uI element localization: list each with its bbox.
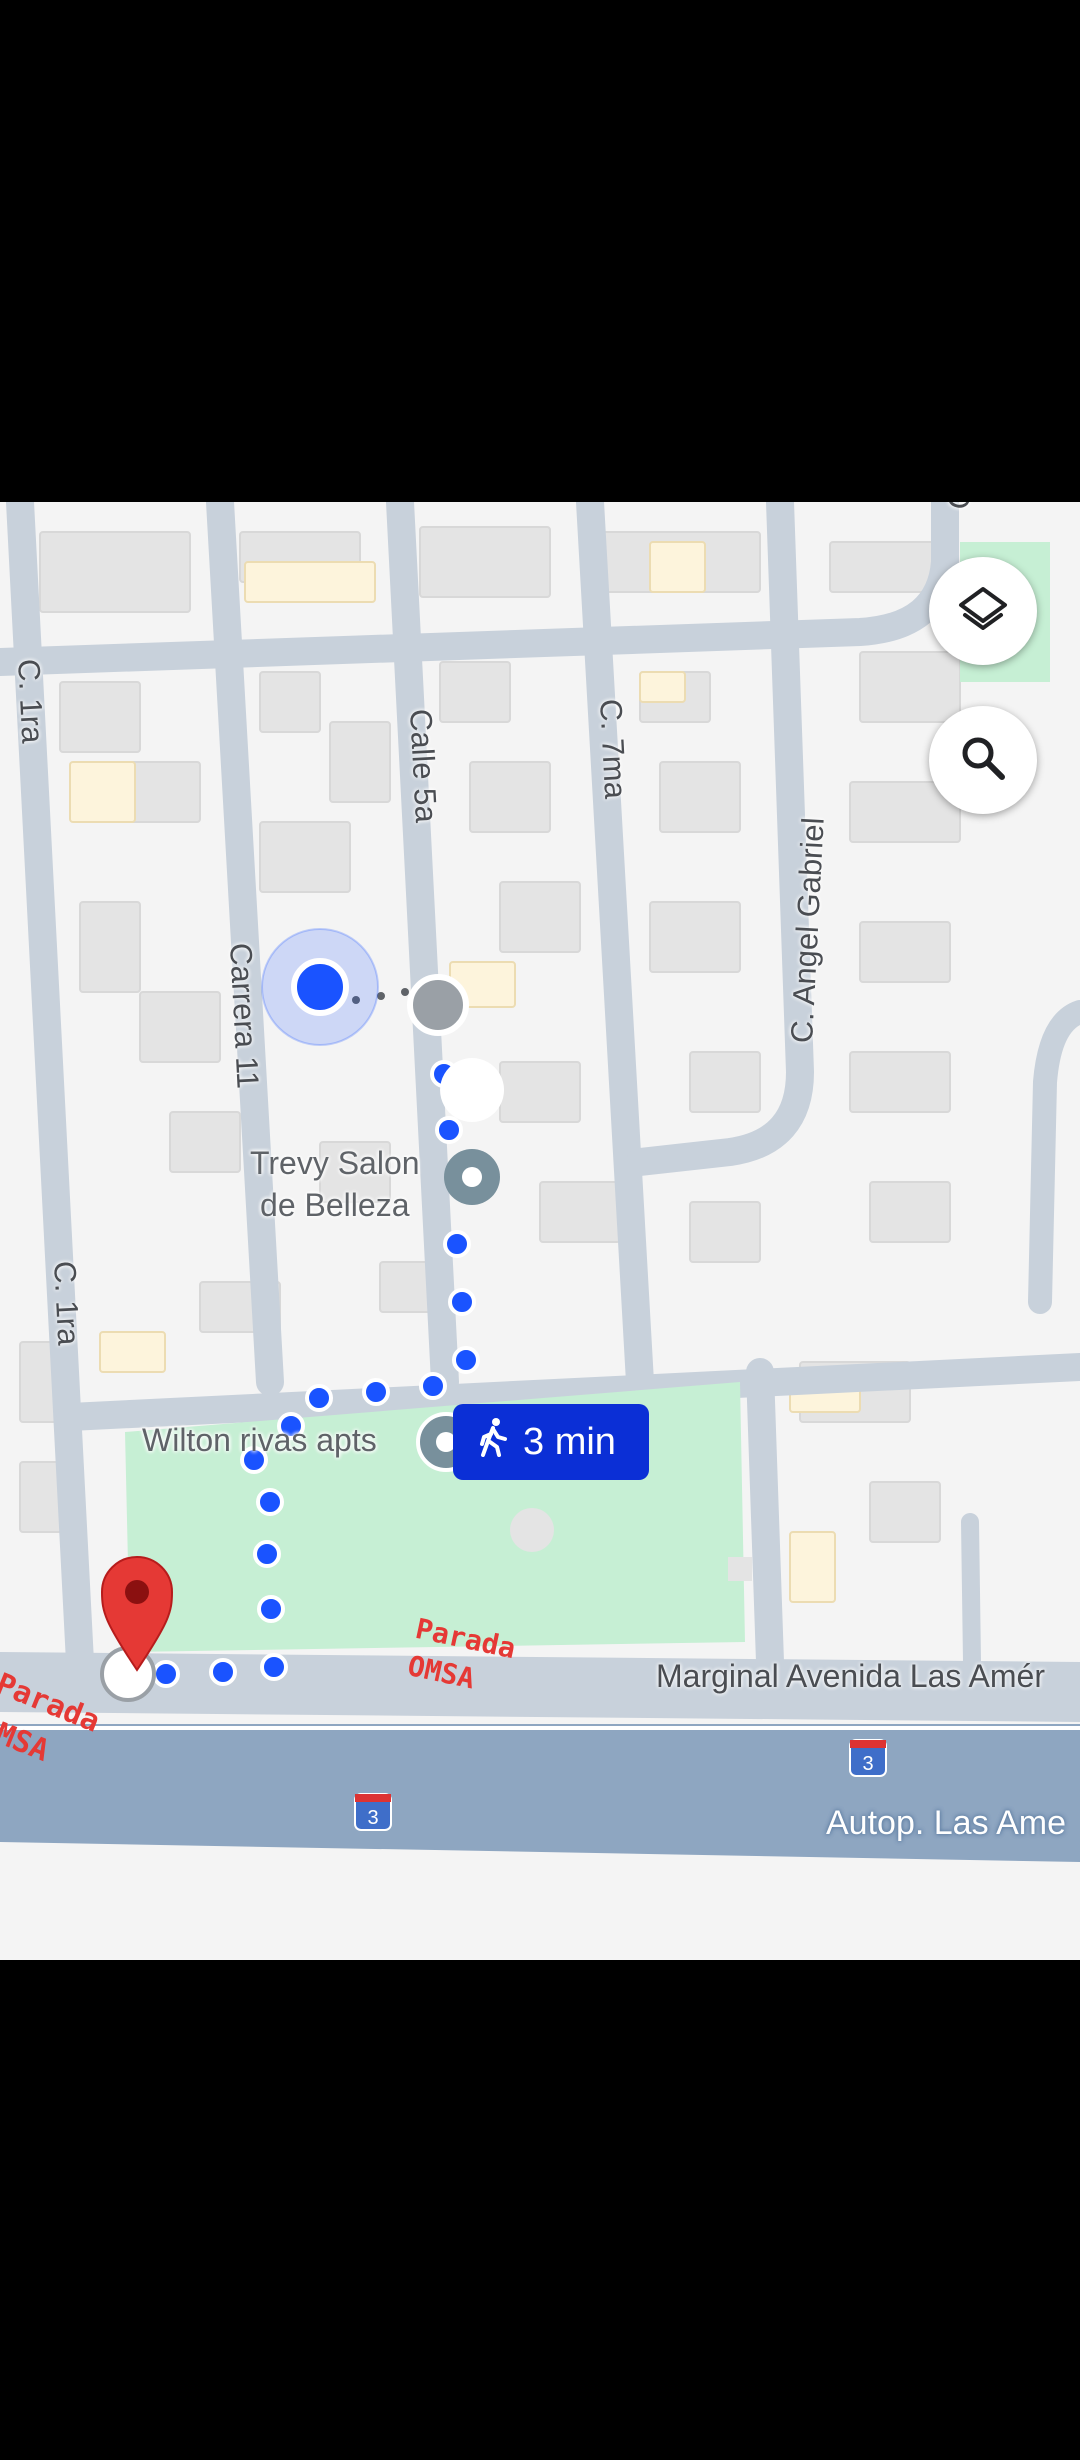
place-label-trevy[interactable]: Trevy Salon de Belleza: [250, 1142, 420, 1226]
layers-icon: [957, 583, 1009, 640]
route-dot: [362, 1378, 390, 1406]
walking-person-icon: [479, 1417, 509, 1467]
route-dot: [448, 1288, 476, 1316]
street-label-c1ra-bottom: C. 1ra: [47, 1260, 87, 1347]
route-dot: [305, 1384, 333, 1412]
route-start-marker: [407, 974, 469, 1036]
route-dot: [419, 1372, 447, 1400]
highway-shield-label: 3: [367, 1807, 378, 1829]
walk-duration-text: 3 min: [523, 1420, 616, 1463]
route-dot: [209, 1658, 237, 1686]
place-label-trevy-line1: Trevy Salon: [250, 1145, 420, 1181]
route-dot: [452, 1346, 480, 1374]
street-label-c1ra-top: C. 1ra: [11, 658, 51, 745]
route-dot: [256, 1488, 284, 1516]
street-label-marginal: Marginal Avenida Las Amér: [656, 1658, 1045, 1694]
layers-button[interactable]: [929, 557, 1037, 665]
map-view[interactable]: 3 3 C. 1ra C. 1ra Carrera 11 Calle 5a C.…: [0, 502, 1080, 1960]
route-dot: [257, 1595, 285, 1623]
street-label-calle-5a: Calle 5a: [403, 708, 444, 824]
route-dot: [152, 1660, 180, 1688]
search-button[interactable]: [929, 706, 1037, 814]
route-dot: [443, 1230, 471, 1258]
route-dot: [260, 1653, 288, 1681]
search-icon: [958, 733, 1008, 788]
walk-duration-badge[interactable]: 3 min: [453, 1404, 649, 1480]
place-label-wilton[interactable]: Wilton rivas apts: [142, 1422, 377, 1459]
current-location-dot: [291, 958, 349, 1016]
place-label-trevy-line2: de Belleza: [260, 1187, 410, 1223]
highway-shield-1: 3: [354, 1793, 392, 1831]
street-label-autopista: Autop. Las Ame: [826, 1804, 1067, 1842]
street-label-carrera-11: Carrera 11: [223, 942, 266, 1090]
route-dot: [435, 1116, 463, 1144]
highway-shield-label: 3: [862, 1753, 873, 1775]
route-dot: [253, 1540, 281, 1568]
street-label-c-7ma: C. 7ma: [593, 698, 634, 800]
highway-shield-2: 3: [849, 1739, 887, 1777]
map-canvas[interactable]: 3 3: [0, 502, 1080, 1960]
